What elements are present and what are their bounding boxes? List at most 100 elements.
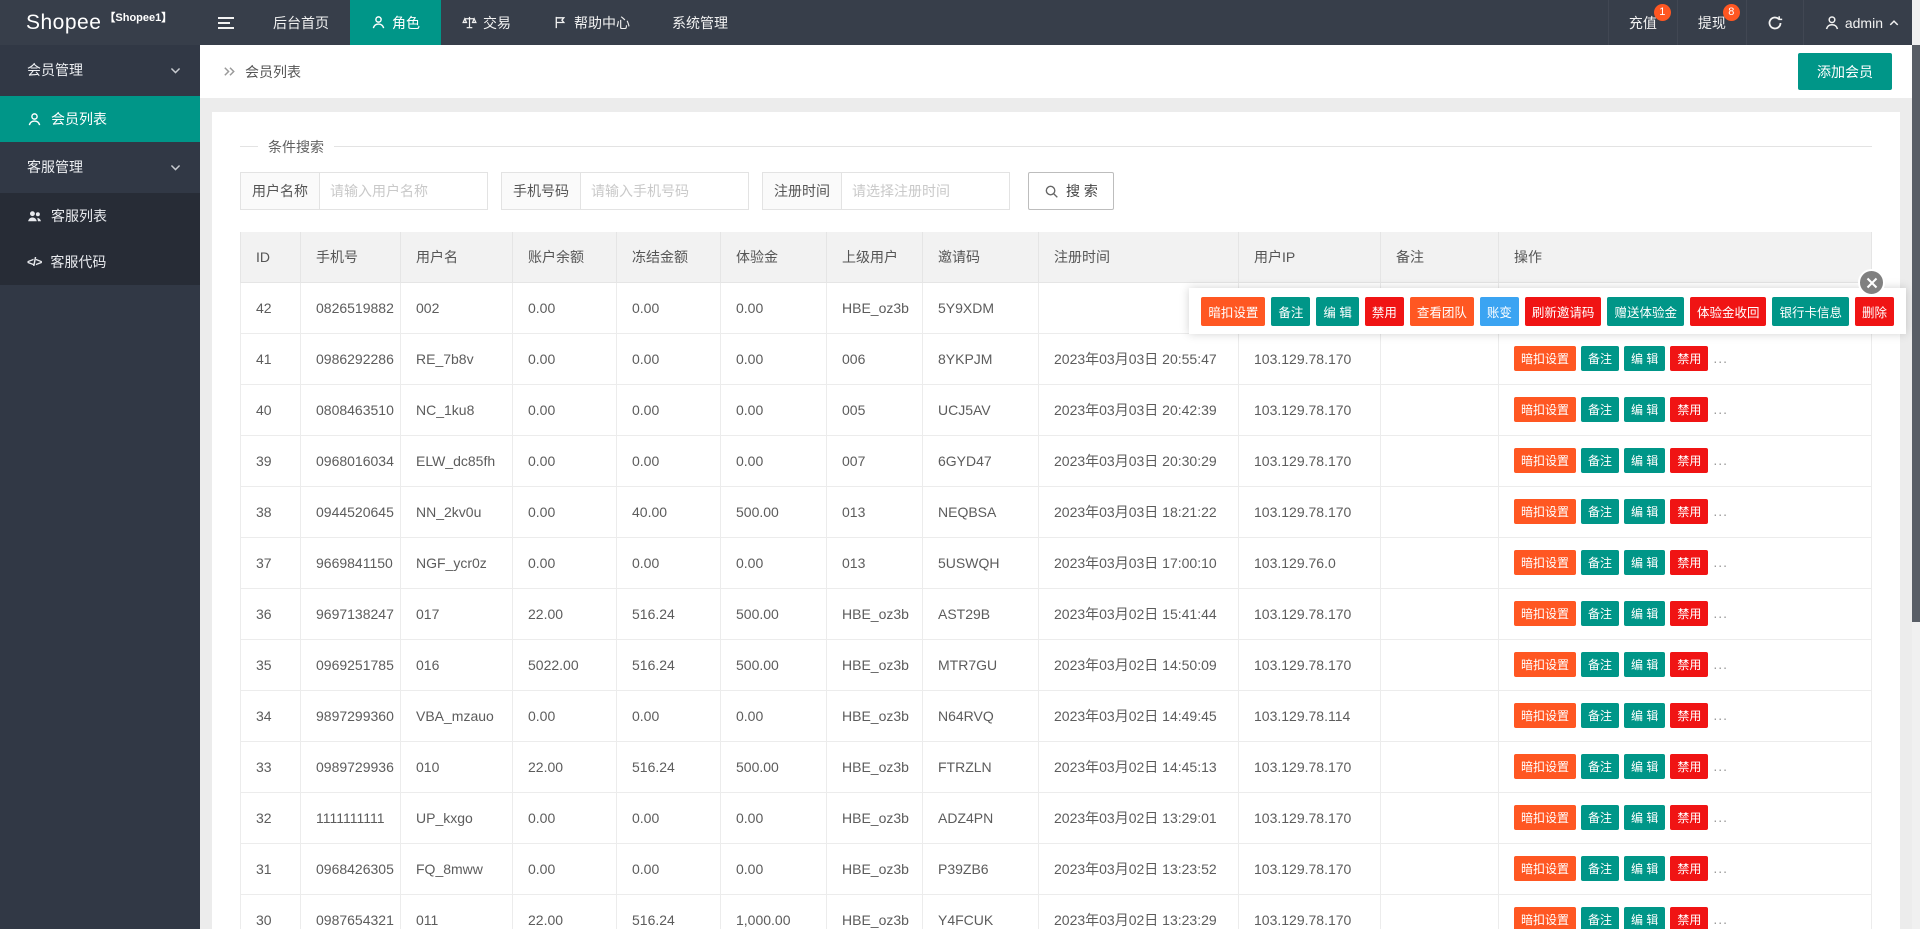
row-action-button[interactable]: 备注 — [1581, 448, 1620, 473]
nav-item-1[interactable]: 后台首页 — [252, 0, 350, 45]
row-action-button[interactable]: 编 辑 — [1624, 907, 1666, 929]
row-action-button[interactable]: 备注 — [1581, 652, 1620, 677]
row-action-button[interactable]: 禁用 — [1670, 448, 1709, 473]
row-action-button[interactable]: 禁用 — [1670, 550, 1709, 575]
more-actions-button[interactable]: ... — [1713, 605, 1728, 621]
row-action-button[interactable]: 备注 — [1581, 346, 1620, 371]
row-action-button[interactable]: 禁用 — [1670, 346, 1709, 371]
row-action-button[interactable]: 禁用 — [1670, 856, 1709, 881]
sidebar-item-2-1[interactable]: 客服列表 — [0, 193, 200, 239]
add-member-button[interactable]: 添加会员 — [1798, 53, 1892, 90]
row-action-button[interactable]: 备注 — [1581, 550, 1620, 575]
nav-item-2[interactable]: 角色 — [350, 0, 441, 45]
row-action-button[interactable]: 暗扣设置 — [1514, 703, 1577, 728]
row-action-button[interactable]: 暗扣设置 — [1514, 346, 1577, 371]
row-action-button[interactable]: 暗扣设置 — [1514, 601, 1577, 626]
more-actions-button[interactable]: ... — [1713, 503, 1728, 519]
sidebar-collapse-icon[interactable] — [200, 0, 252, 45]
row-action-button[interactable]: 编 辑 — [1624, 448, 1666, 473]
sidebar-group-2[interactable]: 客服管理 — [0, 142, 200, 193]
row-action-button[interactable]: 编 辑 — [1624, 499, 1666, 524]
row-action-button[interactable]: 备注 — [1581, 703, 1620, 728]
row-action-button[interactable]: 暗扣设置 — [1514, 499, 1577, 524]
row-action-button[interactable]: 备注 — [1581, 856, 1620, 881]
search-button[interactable]: 搜 索 — [1028, 172, 1114, 210]
popup-close-button[interactable] — [1858, 269, 1885, 296]
row-action-button[interactable]: 编 辑 — [1624, 703, 1666, 728]
row-action-button[interactable]: 编 辑 — [1624, 397, 1666, 422]
sidebar-group-1[interactable]: 会员管理 — [0, 45, 200, 96]
row-action-button[interactable]: 暗扣设置 — [1514, 397, 1577, 422]
row-action-button[interactable]: 禁用 — [1670, 397, 1709, 422]
cell-remark — [1380, 842, 1499, 895]
row-action-button[interactable]: 编 辑 — [1624, 346, 1666, 371]
row-action-button[interactable]: 备注 — [1581, 754, 1620, 779]
search-input-1[interactable] — [320, 172, 488, 210]
row-action-button[interactable]: 暗扣设置 — [1514, 907, 1577, 929]
more-actions-button[interactable]: ... — [1713, 452, 1728, 468]
popup-action-button[interactable]: 暗扣设置 — [1201, 296, 1266, 326]
more-actions-button[interactable]: ... — [1713, 554, 1728, 570]
sidebar-item-2-2[interactable]: </> 客服代码 — [0, 239, 200, 285]
popup-action-button[interactable]: 账变 — [1479, 296, 1519, 326]
cell-username: 017 — [400, 587, 513, 640]
nav-item-5[interactable]: 系统管理 — [651, 0, 749, 45]
row-action-button[interactable]: 备注 — [1581, 601, 1620, 626]
withdraw-button[interactable]: 提现 8 — [1676, 0, 1746, 45]
more-actions-button[interactable]: ... — [1713, 758, 1728, 774]
row-action-button[interactable]: 禁用 — [1670, 703, 1709, 728]
row-action-button[interactable]: 暗扣设置 — [1514, 856, 1577, 881]
row-action-button[interactable]: 暗扣设置 — [1514, 448, 1577, 473]
row-action-button[interactable]: 暗扣设置 — [1514, 652, 1577, 677]
more-actions-button[interactable]: ... — [1713, 860, 1728, 876]
vertical-scrollbar[interactable] — [1912, 0, 1920, 929]
row-action-button[interactable]: 禁用 — [1670, 652, 1709, 677]
row-action-button[interactable]: 备注 — [1581, 499, 1620, 524]
scrollbar-thumb[interactable] — [1912, 45, 1920, 622]
nav-item-4[interactable]: 帮助中心 — [532, 0, 651, 45]
nav-item-3[interactable]: 交易 — [441, 0, 532, 45]
row-action-button[interactable]: 暗扣设置 — [1514, 550, 1577, 575]
row-action-button[interactable]: 暗扣设置 — [1514, 754, 1577, 779]
cell-actions: 暗扣设置 备注编 辑禁用... — [1498, 434, 1872, 487]
row-action-button[interactable]: 禁用 — [1670, 907, 1709, 929]
row-action-button[interactable]: 禁用 — [1670, 499, 1709, 524]
more-actions-button[interactable]: ... — [1713, 911, 1728, 927]
more-actions-button[interactable]: ... — [1713, 401, 1728, 417]
recharge-button[interactable]: 充值 1 — [1607, 0, 1677, 45]
search-input-2[interactable] — [581, 172, 749, 210]
popup-action-button[interactable]: 备注 — [1271, 296, 1311, 326]
popup-action-button[interactable]: 查看团队 — [1409, 296, 1474, 326]
popup-action-button[interactable]: 赠送体验金 — [1607, 296, 1684, 326]
more-actions-button[interactable]: ... — [1713, 350, 1728, 366]
cell-remark — [1380, 332, 1499, 385]
row-action-button[interactable]: 编 辑 — [1624, 550, 1666, 575]
popup-action-button[interactable]: 删除 — [1854, 296, 1894, 326]
row-action-button[interactable]: 编 辑 — [1624, 754, 1666, 779]
row-action-button[interactable]: 暗扣设置 — [1514, 805, 1577, 830]
sidebar-item-1-1[interactable]: 会员列表 — [0, 96, 200, 142]
row-action-button[interactable]: 备注 — [1581, 805, 1620, 830]
row-action-button[interactable]: 编 辑 — [1624, 856, 1666, 881]
row-action-button[interactable]: 编 辑 — [1624, 805, 1666, 830]
popup-action-button[interactable]: 禁用 — [1364, 296, 1404, 326]
user-menu[interactable]: admin — [1802, 0, 1920, 45]
row-action-button[interactable]: 禁用 — [1670, 754, 1709, 779]
more-actions-button[interactable]: ... — [1713, 656, 1728, 672]
popup-action-button[interactable]: 银行卡信息 — [1772, 296, 1849, 326]
more-actions-button[interactable]: ... — [1713, 809, 1728, 825]
cell-frozen: 0.00 — [616, 536, 721, 589]
row-action-button[interactable]: 备注 — [1581, 907, 1620, 929]
row-action-button[interactable]: 编 辑 — [1624, 601, 1666, 626]
more-actions-button[interactable]: ... — [1713, 707, 1728, 723]
cell-trial: 500.00 — [720, 638, 827, 691]
row-action-button[interactable]: 禁用 — [1670, 805, 1709, 830]
row-action-button[interactable]: 禁用 — [1670, 601, 1709, 626]
row-action-button[interactable]: 编 辑 — [1624, 652, 1666, 677]
popup-action-button[interactable]: 体验金收回 — [1689, 296, 1767, 326]
refresh-button[interactable] — [1745, 0, 1803, 45]
row-action-button[interactable]: 备注 — [1581, 397, 1620, 422]
popup-action-button[interactable]: 编 辑 — [1316, 296, 1359, 326]
popup-action-button[interactable]: 刷新邀请码 — [1524, 296, 1602, 326]
search-input-3[interactable] — [842, 172, 1010, 210]
